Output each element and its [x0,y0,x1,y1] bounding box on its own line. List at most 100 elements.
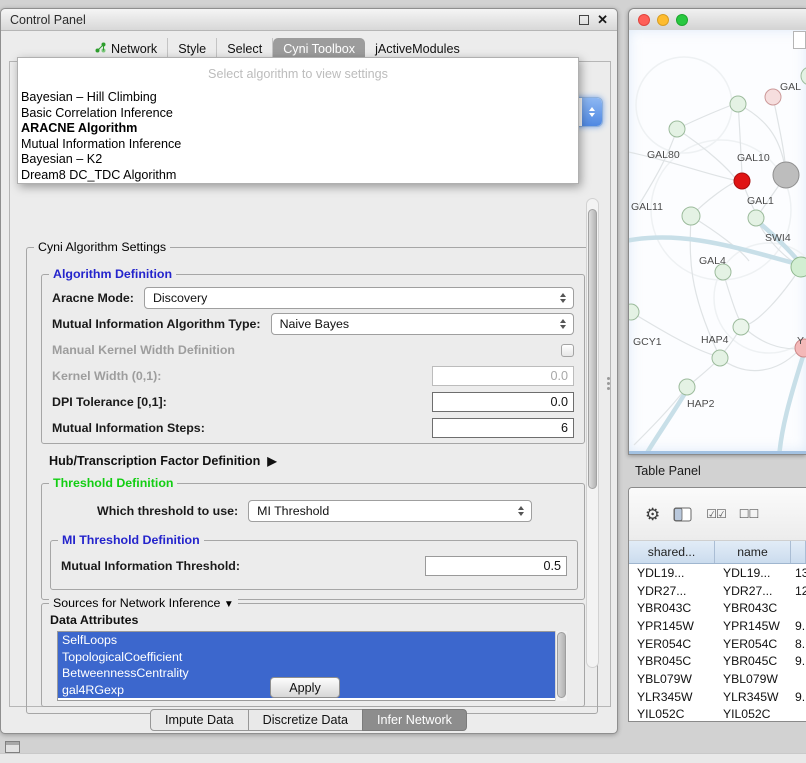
dpi-tolerance-field[interactable] [432,392,574,412]
close-icon[interactable]: ✕ [597,13,608,26]
network-node[interactable] [629,304,639,320]
node-label-gcy1: GCY1 [633,336,662,348]
network-window-titlebar[interactable] [629,9,806,31]
network-view-window: GAL80GAL10GAL11GAL1SWI4GAL4GCY1HAP4HAP2G… [628,8,806,455]
network-node[interactable] [734,173,750,189]
kernel-width-field[interactable] [432,366,574,386]
algorithm-option-mutual-information-inference[interactable]: Mutual Information Inference [18,137,578,153]
network-edge[interactable] [747,267,801,325]
minimize-traffic-light-icon[interactable] [657,14,669,26]
settings-scrollbar[interactable] [586,198,599,668]
network-edge[interactable] [637,129,677,208]
which-threshold-label: Which threshold to use: [97,504,238,518]
network-node[interactable] [773,162,799,188]
network-edge[interactable] [690,216,717,351]
network-node[interactable] [679,379,695,395]
table-row[interactable]: YIL052CYIL052C [629,706,806,723]
algorithm-dropdown-placeholder: Select algorithm to view settings [18,58,578,90]
network-edge[interactable] [634,387,687,445]
table-cell: YLR345W [629,690,715,704]
network-node[interactable] [733,319,749,335]
network-edge[interactable] [677,105,732,129]
select-all-checks-icon[interactable]: ☑☑ [706,507,726,521]
bottom-tab-impute-data[interactable]: Impute Data [150,709,249,731]
algorithm-option-basic-correlation-inference[interactable]: Basic Correlation Inference [18,106,578,122]
sources-group-title[interactable]: Sources for Network Inference ▼ [49,596,238,610]
mi-threshold-field[interactable] [425,556,567,576]
combo-arrows-icon [514,501,527,521]
tab-label: Network [111,42,157,56]
table-header-row: shared...name [629,541,806,564]
algorithm-option-aracne-algorithm[interactable]: ARACNE Algorithm [18,121,578,137]
column-header-extra[interactable] [791,541,806,563]
scrollbar-thumb[interactable] [588,209,597,489]
table-row[interactable]: YDR27...YDR27...12 [629,582,806,600]
network-edge[interactable] [629,150,734,180]
bottom-tab-discretize-data[interactable]: Discretize Data [248,709,363,731]
network-node[interactable] [730,96,746,112]
table-row[interactable]: YPR145WYPR145W9. [629,617,806,635]
float-window-icon[interactable] [579,15,589,25]
table-row[interactable]: YDL19...YDL19...13 [629,564,806,582]
data-attribute-item-selfloops[interactable]: SelfLoops [58,632,565,649]
sources-title-text: Sources for Network Inference [53,596,220,610]
bottom-tab-infer-network[interactable]: Infer Network [362,709,467,731]
table-row[interactable]: YLR345WYLR345W9. [629,688,806,706]
table-row[interactable]: YER054CYER054C8. [629,635,806,653]
panel-splitter-handle[interactable] [604,371,612,395]
hub-section-label: Hub/Transcription Factor Definition [49,454,260,468]
hub-transcription-section-toggle[interactable]: Hub/Transcription Factor Definition ▶ [49,454,277,468]
network-node[interactable] [791,257,806,277]
apply-button[interactable]: Apply [270,677,340,698]
data-attribute-item-topologicalcoefficient[interactable]: TopologicalCoefficient [58,649,565,666]
background-ring [636,57,732,153]
mi-steps-field[interactable] [432,418,574,438]
column-header-shared-[interactable]: shared... [629,541,715,563]
network-edge[interactable] [779,350,805,453]
minimized-panel-icon[interactable] [5,741,20,753]
network-node[interactable] [801,67,806,85]
network-node[interactable] [682,207,700,225]
network-node[interactable] [669,121,685,137]
control-panel-titlebar[interactable]: Control Panel ✕ [1,9,617,31]
table-cell: YDL19... [715,566,791,580]
mi-threshold-definition-title: MI Threshold Definition [58,533,204,547]
table-cell: 9. [791,654,806,668]
column-header-name[interactable]: name [715,541,791,563]
node-label-gal80: GAL80 [647,149,680,161]
settings-group-title: Cyni Algorithm Settings [34,240,170,254]
table-row[interactable]: YBL079WYBL079W [629,670,806,688]
network-canvas[interactable]: GAL80GAL10GAL11GAL1SWI4GAL4GCY1HAP4HAP2G… [629,30,806,454]
column-selector-icon[interactable] [673,507,693,522]
mi-type-select[interactable]: Naive Bayes [271,313,574,335]
algorithm-option-bayesian-hill-climbing[interactable]: Bayesian – Hill Climbing [18,90,578,106]
network-node[interactable] [748,210,764,226]
mi-type-label: Mutual Information Algorithm Type: [52,317,261,331]
table-row[interactable]: YBR043CYBR043C [629,599,806,617]
table-cell: 9. [791,619,806,633]
cyni-algorithm-settings-group: Cyni Algorithm Settings Algorithm Defini… [26,247,598,714]
deselect-all-checks-icon[interactable]: ☐☐ [739,507,759,521]
zoom-traffic-light-icon[interactable] [676,14,688,26]
network-edge[interactable] [773,97,785,163]
close-traffic-light-icon[interactable] [638,14,650,26]
listbox-scrollbar[interactable] [555,631,567,701]
network-node[interactable] [712,350,728,366]
algorithm-dropdown-list: Bayesian – Hill ClimbingBasic Correlatio… [18,90,578,184]
network-overview-box[interactable] [793,31,806,49]
which-threshold-select[interactable]: MI Threshold [248,500,532,522]
table-cell: 12 [791,584,806,598]
algorithm-option-dream8-dc-tdc-algorithm[interactable]: Dream8 DC_TDC Algorithm [18,168,578,184]
network-node[interactable] [765,89,781,105]
gear-icon[interactable]: ⚙ [645,506,660,523]
tab-label: Select [227,42,262,56]
manual-kernel-row: Manual Kernel Width Definition [42,337,584,363]
network-edge[interactable] [720,352,797,371]
network-edge[interactable] [644,390,687,453]
expand-right-icon: ▶ [267,454,276,468]
table-row[interactable]: YBR045CYBR045C9. [629,652,806,670]
algorithm-option-bayesian-k2[interactable]: Bayesian – K2 [18,152,578,168]
aracne-mode-value: Discovery [153,291,207,305]
aracne-mode-select[interactable]: Discovery [144,287,574,309]
manual-kernel-checkbox[interactable] [561,344,574,357]
